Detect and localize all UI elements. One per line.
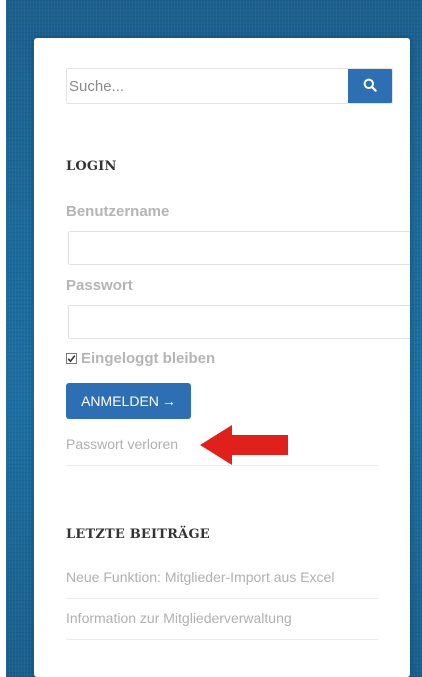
divider [66, 598, 378, 599]
divider [66, 639, 378, 640]
remember-checkbox[interactable] [66, 352, 77, 364]
search-input[interactable] [67, 69, 337, 103]
username-label: Benutzername [66, 203, 170, 220]
password-field[interactable] [68, 305, 410, 339]
recent-post-link[interactable]: Information zur Mitgliederverwaltung [66, 610, 292, 626]
login-heading: LOGIN [66, 159, 117, 174]
recent-posts-heading: LETZTE BEITRÄGE [66, 527, 210, 542]
password-label: Passwort [66, 277, 133, 294]
recent-post-link[interactable]: Neue Funktion: Mitglieder-Import aus Exc… [66, 569, 334, 585]
search-button[interactable] [348, 69, 392, 103]
login-button[interactable]: ANMELDEN → [66, 383, 191, 419]
remember-me[interactable]: Eingeloggt bleiben [66, 349, 215, 367]
red-arrow-icon [200, 425, 290, 470]
sidebar-card: LOGIN Benutzername Passwort Eingeloggt b… [34, 38, 410, 677]
checkmark-icon [67, 354, 76, 362]
username-field[interactable] [68, 231, 410, 265]
search-icon [363, 78, 377, 95]
search-form [66, 68, 393, 104]
remember-label: Eingeloggt bleiben [81, 349, 216, 367]
arrow-right-icon: → [161, 393, 176, 409]
login-button-label: ANMELDEN [81, 393, 159, 409]
lost-password-link[interactable]: Passwort verloren [66, 436, 178, 452]
